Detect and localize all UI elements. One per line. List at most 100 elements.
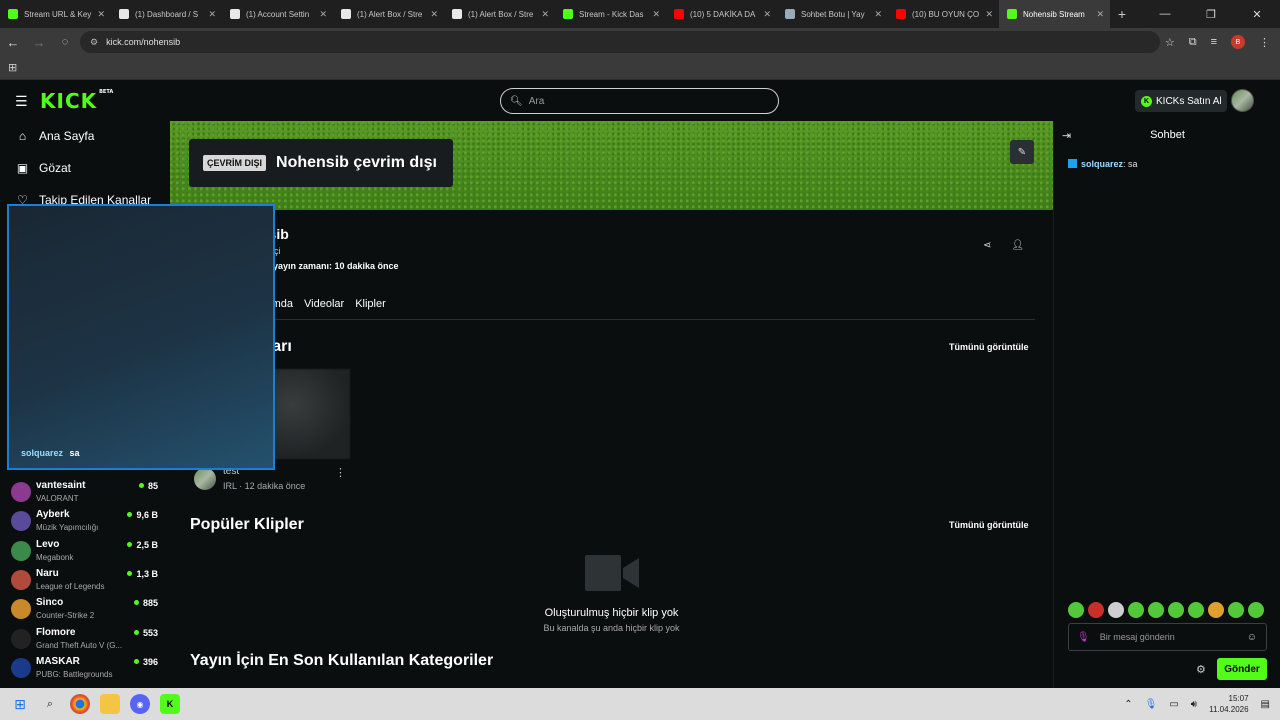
viewer-count: 553 (134, 628, 158, 638)
emote-icon[interactable] (1108, 602, 1124, 618)
browser-tab[interactable]: Nohensib Stream ✕ (999, 0, 1110, 28)
browser-tab[interactable]: Sohbet Botu | Yay ✕ (777, 0, 888, 28)
menu-hamburger-icon[interactable]: ☰ (15, 93, 28, 110)
emote-icon[interactable] (1148, 602, 1164, 618)
sidebar-item-home[interactable]: ⌂ Ana Sayfa (16, 129, 95, 143)
emote-icon[interactable] (1208, 602, 1224, 618)
browser-tab[interactable]: (10) 5 DAKİKA DA ✕ (666, 0, 777, 28)
maximize-icon[interactable]: ❐ (1188, 8, 1234, 21)
tray-chevron-icon[interactable]: ⌃ (1124, 699, 1132, 710)
new-tab-button[interactable]: + (1110, 6, 1134, 22)
chat-username[interactable]: solquarez (1081, 159, 1123, 169)
site-info-icon[interactable]: ⚙ (90, 37, 98, 48)
browser-tab[interactable]: (10) BU OYUN ÇO ✕ (888, 0, 999, 28)
buy-kicks-label: KICKs Satın Al (1156, 95, 1222, 107)
notification-icon[interactable]: ▤ (1261, 699, 1270, 710)
channel-avatar (11, 657, 31, 678)
emote-icon[interactable] (1188, 602, 1204, 618)
clip-channel-avatar[interactable] (194, 468, 216, 490)
emote-icon[interactable] (1248, 602, 1264, 618)
emote-icon[interactable] (1068, 602, 1084, 618)
browser-tab[interactable]: (1) Dashboard / S ✕ (111, 0, 222, 28)
sidebar-channel-item[interactable]: MASKAR PUBG: Battlegrounds 396 (11, 654, 161, 682)
sidebar-channel-item[interactable]: Naru League of Legends 1,3 B (11, 566, 161, 594)
extensions-icon[interactable]: ⧉ (1189, 36, 1197, 49)
tab-favicon-icon (8, 9, 18, 19)
tab-close-icon[interactable]: ✕ (874, 9, 882, 20)
tab-clips[interactable]: Klipler (355, 298, 386, 310)
send-button[interactable]: Gönder (1217, 658, 1267, 680)
tray-mic-icon[interactable]: 🎙︎ (1145, 699, 1158, 710)
chat-message-input[interactable]: 🎙︎ Bir mesaj gönderin ☺ (1068, 623, 1267, 651)
tab-close-icon[interactable]: ✕ (541, 9, 549, 20)
tab-close-icon[interactable]: ✕ (430, 9, 438, 20)
emote-icon[interactable] (1128, 602, 1144, 618)
loading-icon[interactable]: ◌ (52, 36, 78, 48)
tab-close-icon[interactable]: ✕ (319, 9, 327, 20)
kick-app-icon[interactable]: K (160, 694, 180, 714)
sidebar-channel-item[interactable]: Flomore Grand Theft Auto V (G... 553 (11, 625, 161, 653)
windows-start-icon[interactable]: ⊞ (10, 694, 30, 714)
clip-more-icon[interactable]: ⋮ (335, 466, 346, 479)
last-stream-time: nlı yayın zamanı: 10 dakika önce (260, 261, 399, 271)
browser-tab[interactable]: (1) Alert Box / Stre ✕ (444, 0, 555, 28)
view-all-clips-link[interactable]: Tümünü görüntüle (949, 342, 1028, 352)
sidebar-channel-item[interactable]: Sinco Counter-Strike 2 885 (11, 595, 161, 623)
browser-tab[interactable]: (1) Account Settin ✕ (222, 0, 333, 28)
viewer-count: 396 (134, 657, 158, 667)
emote-icon[interactable] (1088, 602, 1104, 618)
menu-kebab-icon[interactable]: ⋮ (1259, 36, 1270, 49)
sidebar-channel-item[interactable]: vantesaint VALORANT 85 (11, 478, 161, 506)
tab-close-icon[interactable]: ✕ (208, 9, 216, 20)
sidebar-item-label: Gözat (39, 161, 72, 175)
forward-icon[interactable]: → (26, 35, 52, 50)
search-icon[interactable]: ⌕ (40, 694, 60, 714)
bookmark-star-icon[interactable]: ☆ (1165, 36, 1175, 49)
network-icon[interactable]: ▭ (1169, 699, 1178, 710)
close-window-icon[interactable]: ✕ (1234, 8, 1280, 21)
search-input[interactable]: 🔍︎ Ara (500, 88, 779, 114)
minimize-icon[interactable]: — (1142, 8, 1188, 20)
tab-close-icon[interactable]: ✕ (1096, 9, 1104, 20)
share-icon[interactable]: ⋖ (983, 240, 991, 251)
address-bar[interactable]: ⚙ kick.com/nohensib (80, 31, 1160, 53)
view-all-popular-link[interactable]: Tümünü görüntüle (949, 520, 1028, 530)
apps-grid-icon[interactable]: ⊞ (8, 61, 17, 74)
sidebar-channel-item[interactable]: Levo Megabonk 2,5 B (11, 537, 161, 565)
tab-close-icon[interactable]: ✕ (763, 9, 771, 20)
buy-kicks-button[interactable]: K KICKs Satın Al (1135, 90, 1227, 112)
floating-chat-overlay[interactable]: solquarez sa (7, 204, 275, 470)
file-explorer-icon[interactable] (100, 694, 120, 714)
emoji-icon[interactable]: ☺ (1247, 632, 1257, 643)
user-avatar[interactable] (1231, 89, 1254, 112)
back-icon[interactable]: ← (0, 35, 26, 50)
sidebar-item-browse[interactable]: ▣ Gözat (16, 161, 71, 175)
emote-icon[interactable] (1168, 602, 1184, 618)
tab-label: (10) BU OYUN ÇO (912, 9, 980, 19)
logo-text: KICK (40, 89, 98, 113)
media-icon[interactable]: ≡ (1211, 36, 1217, 48)
tab-close-icon[interactable]: ✕ (652, 9, 660, 20)
tab-videos[interactable]: Videolar (304, 298, 344, 310)
browser-tab[interactable]: (1) Alert Box / Stre ✕ (333, 0, 444, 28)
channel-avatar (11, 599, 31, 620)
browser-tab[interactable]: Stream URL & Key ✕ (0, 0, 111, 28)
edit-banner-button[interactable]: ✎ (1010, 140, 1034, 164)
kick-logo[interactable]: KICK BETA (40, 89, 113, 113)
chrome-icon[interactable] (70, 694, 90, 714)
system-clock[interactable]: 15:07 11.04.2026 (1209, 693, 1248, 715)
microphone-icon[interactable]: 🎙︎ (1077, 632, 1090, 643)
sidebar-channel-item[interactable]: Ayberk Müzik Yapımcılığı 9,6 B (11, 507, 161, 535)
chat-settings-icon[interactable]: ⚙ (1196, 663, 1206, 676)
clip-thumbnail[interactable] (268, 369, 350, 459)
browser-tab[interactable]: Stream - Kick Das ✕ (555, 0, 666, 28)
profile-avatar[interactable]: B (1231, 35, 1245, 49)
emote-icon[interactable] (1228, 602, 1244, 618)
discord-icon[interactable]: ◉ (130, 694, 150, 714)
volume-icon[interactable]: 🔊︎ (1191, 699, 1197, 710)
tab-close-icon[interactable]: ✕ (97, 9, 105, 20)
overlay-username: solquarez (21, 448, 64, 458)
window-controls: — ❐ ✕ (1142, 0, 1280, 28)
follow-user-icon[interactable]: 👤︎ (1011, 240, 1024, 251)
tab-close-icon[interactable]: ✕ (985, 9, 993, 20)
